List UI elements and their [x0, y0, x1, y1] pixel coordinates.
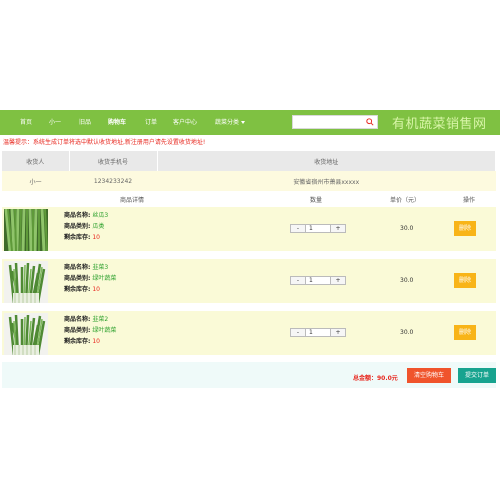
notice-text: 温馨提示：系统生成订单将选中默认收货地址,新注册用户请先设置收货地址!: [3, 139, 206, 146]
address-header-row: 收货人 收货手机号 收货地址: [2, 151, 496, 171]
unit-price: 30.0: [400, 277, 414, 284]
quantity-stepper: - 1 +: [290, 276, 346, 285]
product-image[interactable]: [4, 313, 48, 355]
nav-user[interactable]: 小一: [49, 110, 61, 135]
search-input[interactable]: [293, 116, 369, 128]
product-name: 韭菜2: [92, 316, 109, 323]
qty-plus-button[interactable]: +: [330, 329, 345, 336]
qty-minus-button[interactable]: -: [291, 277, 306, 284]
cart-item-row: 商品名称: 韭菜3 商品类别: 绿叶蔬菜 剩余库存: 10 - 1 + 30.0…: [2, 259, 496, 303]
qty-input[interactable]: 1: [306, 329, 330, 336]
cart-item-row: 商品名称: 韭菜2 商品类别: 绿叶蔬菜 剩余库存: 10 - 1 + 30.0…: [2, 311, 496, 355]
delete-button[interactable]: 删除: [454, 325, 476, 340]
cart-header-action: 操作: [463, 197, 476, 204]
product-category-label: 商品类别:: [64, 275, 91, 282]
product-name: 丝瓜3: [92, 212, 109, 219]
product-category-label: 商品类别:: [64, 223, 91, 230]
nav-cart[interactable]: 购物车: [108, 110, 126, 135]
product-category-label: 商品类别:: [64, 327, 91, 334]
cart-item-row: 商品名称: 丝瓜3 商品类别: 瓜类 剩余库存: 10 - 1 + 30.0 删…: [2, 207, 496, 251]
product-image[interactable]: [4, 261, 48, 303]
product-stock-label: 剩余库存:: [64, 286, 91, 293]
address-header-phone: 收货手机号: [69, 151, 158, 171]
cart-header-qty: 数量: [310, 197, 323, 204]
product-info: 商品名称: 丝瓜3 商品类别: 瓜类 剩余库存: 10: [64, 210, 108, 243]
search-box: [292, 115, 378, 129]
product-stock-label: 剩余库存:: [64, 234, 91, 241]
product-stock: 10: [92, 338, 100, 345]
product-image[interactable]: [4, 209, 48, 251]
product-category: 绿叶蔬菜: [92, 327, 117, 334]
product-stock: 10: [92, 234, 100, 241]
unit-price: 30.0: [400, 329, 414, 336]
product-name: 韭菜3: [92, 264, 109, 271]
product-info: 商品名称: 韭菜2 商品类别: 绿叶蔬菜 剩余库存: 10: [64, 314, 116, 347]
product-name-label: 商品名称:: [64, 264, 91, 271]
qty-minus-button[interactable]: -: [291, 225, 306, 232]
address-header-receiver: 收货人: [2, 151, 70, 171]
site-title: 有机蔬菜销售网: [392, 117, 487, 132]
product-stock-label: 剩余库存:: [64, 338, 91, 345]
submit-order-button[interactable]: 提交订单: [458, 368, 496, 383]
address-detail: 安徽省宿州市萧县xxxxx: [157, 171, 496, 191]
delete-button[interactable]: 删除: [454, 273, 476, 288]
qty-input[interactable]: 1: [306, 277, 330, 284]
product-category: 绿叶蔬菜: [92, 275, 117, 282]
address-phone: 1234233242: [69, 171, 157, 191]
caret-down-icon: [241, 121, 246, 124]
nav-logout[interactable]: 旧品: [79, 110, 91, 135]
qty-input[interactable]: 1: [306, 225, 330, 232]
product-name-label: 商品名称:: [64, 316, 91, 323]
nav-category-label: 蔬菜分类: [215, 119, 240, 126]
product-info: 商品名称: 韭菜3 商品类别: 绿叶蔬菜 剩余库存: 10: [64, 262, 116, 295]
product-name-label: 商品名称:: [64, 212, 91, 219]
total-amount: 总金额：90.0元: [353, 375, 398, 382]
nav-category-dropdown[interactable]: 蔬菜分类: [215, 110, 246, 135]
product-image-gourd: [4, 209, 48, 251]
quantity-stepper: - 1 +: [290, 224, 346, 233]
product-image-chives: [4, 261, 48, 303]
nav-orders[interactable]: 订单: [145, 110, 157, 135]
address-row[interactable]: 小一 1234233242 安徽省宿州市萧县xxxxx: [2, 171, 496, 191]
qty-plus-button[interactable]: +: [330, 277, 345, 284]
address-table: 收货人 收货手机号 收货地址 小一 1234233242 安徽省宿州市萧县xxx…: [2, 151, 496, 191]
product-image-chives: [4, 313, 48, 355]
cart-header-price: 单价（元）: [390, 197, 421, 204]
nav-customer-center[interactable]: 客户中心: [173, 110, 197, 135]
product-stock: 10: [92, 286, 100, 293]
address-receiver: 小一: [2, 171, 69, 191]
cart-header: 商品详情 数量 单价（元） 操作: [2, 193, 496, 206]
nav-home[interactable]: 首页: [20, 110, 32, 135]
delete-button[interactable]: 删除: [454, 221, 476, 236]
clear-cart-button[interactable]: 清空购物车: [407, 368, 451, 383]
cart-header-detail: 商品详情: [120, 197, 145, 204]
address-header-address: 收货地址: [157, 151, 496, 171]
qty-plus-button[interactable]: +: [330, 225, 345, 232]
qty-minus-button[interactable]: -: [291, 329, 306, 336]
unit-price: 30.0: [400, 225, 414, 232]
product-category: 瓜类: [92, 223, 105, 230]
search-icon[interactable]: [366, 118, 374, 126]
quantity-stepper: - 1 +: [290, 328, 346, 337]
